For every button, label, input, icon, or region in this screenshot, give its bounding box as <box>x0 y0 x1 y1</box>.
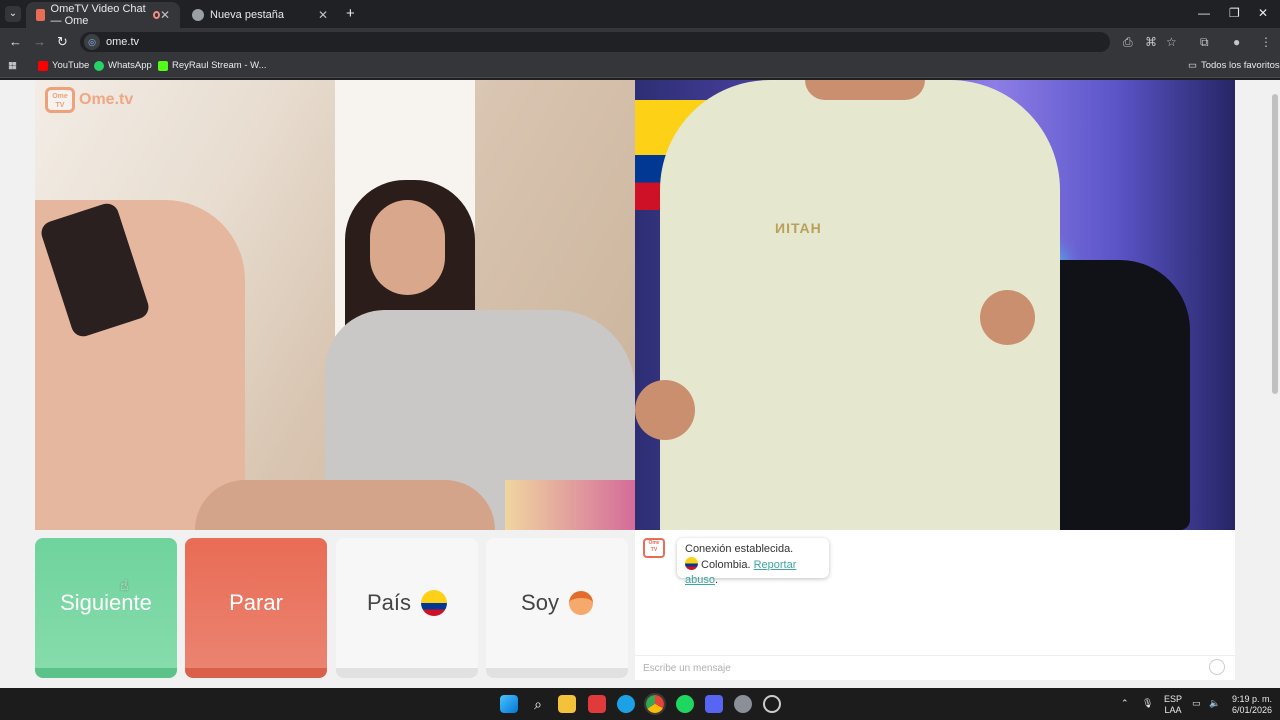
close-tab-icon[interactable]: ✕ <box>318 8 328 22</box>
colombia-flag-icon <box>685 557 698 570</box>
tab-new-tab[interactable]: Nueva pestaña ✕ <box>182 2 338 28</box>
chrome-favicon-icon <box>192 9 204 21</box>
stop-button[interactable]: Parar <box>185 538 327 678</box>
chin <box>805 80 925 100</box>
close-window-button[interactable]: ✕ <box>1258 6 1268 20</box>
mouse-pointer-icon: ☝ <box>120 577 129 593</box>
spotify-icon[interactable] <box>676 695 694 713</box>
profile-avatar[interactable]: ● <box>1233 35 1240 49</box>
bookmark-reyraul[interactable]: ReyRaul Stream - W... <box>158 60 267 71</box>
message-input[interactable]: Escribe un mensaje <box>635 655 1235 680</box>
close-tab-icon[interactable]: ✕ <box>160 8 170 22</box>
message-text: Conexión establecida. <box>685 543 794 555</box>
file-explorer-icon[interactable] <box>558 695 576 713</box>
app-icon-2[interactable] <box>763 695 781 713</box>
boy-emoji-icon <box>568 591 593 615</box>
forward-icon[interactable]: → <box>33 34 46 49</box>
bookmark-youtube[interactable]: YouTube <box>38 60 89 71</box>
app-icon[interactable] <box>588 695 606 713</box>
tab-title: OmeTV Video Chat — Ome <box>50 3 146 27</box>
browser-tab-strip: ⌄ OmeTV Video Chat — Ome ✕ Nueva pestaña… <box>0 0 1280 28</box>
volume-icon[interactable]: 🔈 <box>1209 698 1220 709</box>
hand-left <box>635 380 695 440</box>
remote-video: ИITAH <box>635 80 1235 530</box>
discord-icon[interactable] <box>705 695 723 713</box>
microphone-icon[interactable]: 🎙 <box>1142 698 1153 709</box>
windows-taskbar: ⌕ ⌃ 🎙 ESP LAA ▭ 🔈 9:19 p. m. 6/01/2026 <box>0 688 1280 720</box>
logo-tv-icon: Ome TV <box>45 87 75 113</box>
translate-icon[interactable]: ⌘ <box>1145 35 1157 49</box>
youtube-icon <box>38 60 48 71</box>
language-indicator[interactable]: ESP LAA <box>1163 694 1183 716</box>
hand-right <box>980 290 1035 345</box>
country-button[interactable]: País <box>336 538 478 678</box>
chevron-up-icon[interactable]: ⌃ <box>1121 698 1129 709</box>
logo-text: Ome.tv <box>79 91 134 108</box>
knee <box>195 480 495 530</box>
tab-search-button[interactable]: ⌄ <box>5 6 21 22</box>
browser-toolbar: ← → ↻ ◎ ome.tv ⎙ ⌘ ☆ ⧉ ● ⋮ <box>0 28 1280 56</box>
folder-icon: ▭ <box>1188 60 1197 71</box>
minimize-button[interactable]: — <box>1198 6 1210 20</box>
tab-title: Nueva pestaña <box>210 9 284 21</box>
whatsapp-icon <box>94 60 104 71</box>
local-video <box>35 80 635 530</box>
url-text: ome.tv <box>106 36 140 48</box>
site-info-icon[interactable]: ◎ <box>84 34 100 50</box>
search-icon[interactable]: ⌕ <box>529 695 547 713</box>
scroll-thumb[interactable] <box>1272 94 1278 394</box>
edge-icon[interactable] <box>617 695 635 713</box>
bookmarks-bar: ▦ YouTube WhatsApp ReyRaul Stream - W...… <box>0 56 1280 78</box>
address-bar[interactable]: ◎ ome.tv <box>80 32 1110 52</box>
blanket <box>505 480 635 530</box>
menu-kebab-icon[interactable]: ⋮ <box>1260 35 1272 49</box>
start-icon[interactable] <box>500 695 518 713</box>
restore-button[interactable]: ❐ <box>1229 6 1240 20</box>
system-message: Conexión establecida. Colombia. Reportar… <box>677 538 829 586</box>
install-app-icon[interactable]: ⎙ <box>1123 35 1133 50</box>
bookmark-star-icon[interactable]: ☆ <box>1166 35 1177 49</box>
gender-button[interactable]: Soy <box>486 538 628 678</box>
bookmark-whatsapp[interactable]: WhatsApp <box>94 60 152 71</box>
new-tab-button[interactable]: + <box>346 5 355 22</box>
ometv-page: Ome TV Ome.tv ИITAH Siguiente Parar País… <box>0 80 1270 688</box>
next-button[interactable]: Siguiente <box>35 538 177 678</box>
settings-icon[interactable] <box>734 695 752 713</box>
extensions-icon[interactable]: ⧉ <box>1200 35 1209 50</box>
shirt-print: ИITAH <box>775 220 822 236</box>
ometv-logo: Ome TV Ome.tv <box>45 87 133 113</box>
reload-icon[interactable]: ↻ <box>57 34 68 50</box>
colombia-flag-icon <box>421 590 448 616</box>
back-icon[interactable]: ← <box>9 34 22 49</box>
all-bookmarks[interactable]: ▭ Todos los favoritos <box>1188 60 1280 71</box>
ometv-chat-icon: Ome TV <box>643 538 665 558</box>
chrome-icon[interactable] <box>644 693 666 715</box>
chat-panel: Ome TV Conexión establecida. Colombia. R… <box>635 530 1235 680</box>
apps-grid-icon[interactable]: ▦ <box>8 60 17 71</box>
emoji-icon[interactable] <box>1209 659 1225 675</box>
kick-icon <box>158 60 168 71</box>
recording-icon <box>153 11 160 19</box>
page-scrollbar[interactable] <box>1270 80 1280 688</box>
clock[interactable]: 9:19 p. m. 6/01/2026 <box>1226 694 1272 716</box>
network-icon[interactable]: ▭ <box>1192 698 1201 709</box>
tab-ometv[interactable]: OmeTV Video Chat — Ome ✕ <box>26 2 180 28</box>
ometv-favicon-icon <box>36 9 45 21</box>
person-face <box>370 200 445 295</box>
message-country: Colombia. <box>701 559 751 571</box>
